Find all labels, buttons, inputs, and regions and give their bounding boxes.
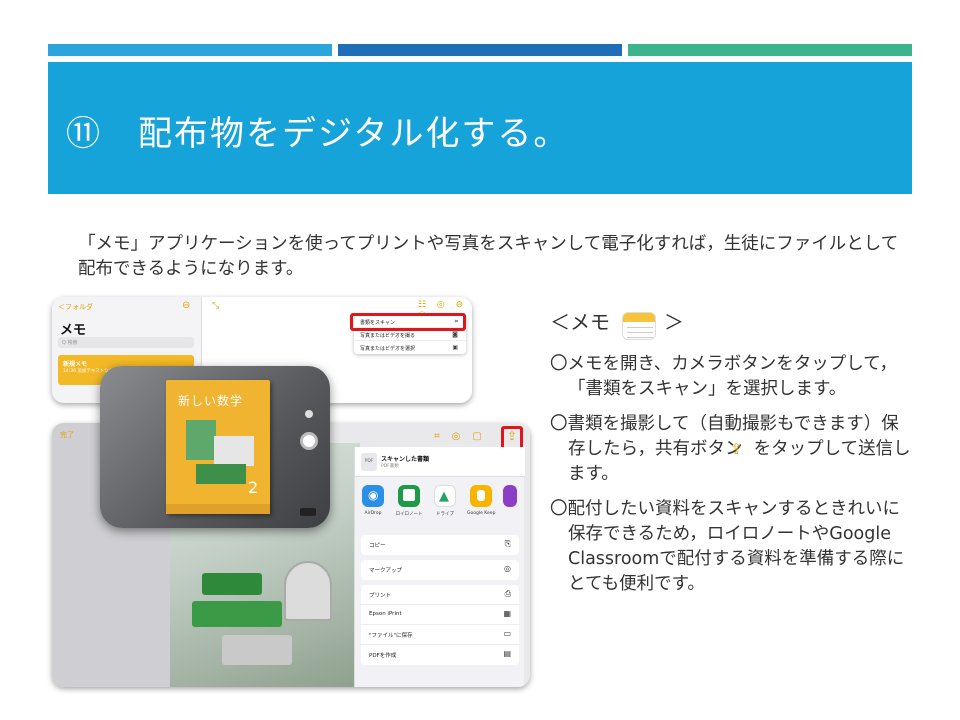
textbook-art <box>186 420 216 460</box>
textbook-cover: 新しい数学 2 <box>166 380 270 514</box>
scan-highlight-box <box>350 313 466 331</box>
print-icon: ⎙ <box>504 589 511 598</box>
accent-stripe-green <box>628 44 912 56</box>
epson-icon: ▦ <box>503 609 511 618</box>
action-markup[interactable]: マークアップ ◎ <box>361 560 519 580</box>
copy-icon: ⎘ <box>504 539 511 548</box>
action-create-pdf[interactable]: PDFを作成 ▤ <box>361 645 519 665</box>
menu-item-label: 写真またはビデオを撮る <box>360 333 416 339</box>
action-label: コピー <box>369 543 386 549</box>
app-label: Google Keep <box>467 511 496 516</box>
pdf-icon: ▤ <box>503 649 511 658</box>
slide-title: ⑪ 配布物をデジタル化する。 <box>66 114 570 154</box>
instruction-bullet-2: 〇書類を撮影して（自動撮影もできます）保存したら，共有ボタン ⇪ をタップして送… <box>550 414 911 484</box>
share-action-list: コピー ⎘ マークアップ ◎ プリント ⎙ Epson iPrint ▦ "ファ… <box>361 535 519 665</box>
app-label: AirDrop <box>364 511 382 516</box>
menu-item-choose-photo[interactable]: 写真またはビデオを選択 ▣ <box>354 341 466 354</box>
camera-icon: ◙ <box>452 331 458 338</box>
markup-icon: ◎ <box>504 564 511 573</box>
instructions-column: ＜メモ ＞ 〇メモを開き、カメラボタンをタップして，「書類をスキャン」を選択しま… <box>550 306 912 597</box>
instruction-bullet-1: 〇メモを開き、カメラボタンをタップして，「書類をスキャン」を選択します。 <box>550 354 898 399</box>
action-label: プリント <box>369 593 392 599</box>
intro-text: 「メモ」アプリケーションを使ってプリントや写真をスキャンして電子化すれば，生徒に… <box>78 234 899 279</box>
textbook-title: 新しい数学 <box>178 394 244 408</box>
memo-heading-open: ＜メモ <box>550 310 610 334</box>
folder-icon: ▭ <box>503 629 511 638</box>
notes-app-icon <box>622 312 656 340</box>
textbook-grade: 2 <box>248 478 259 497</box>
instruction-bullet-3: 〇配付したい資料をスキャンするときれいに保存できるため，ロイロノートやGoogl… <box>550 499 905 594</box>
scanned-lamp-illustration <box>284 561 332 621</box>
scanned-art-block <box>222 635 292 665</box>
app-google-keep[interactable]: Google Keep <box>467 485 495 516</box>
app-drive[interactable]: ▲ ドライブ <box>431 485 459 517</box>
camera-indicator-icon <box>305 410 313 418</box>
pdf-badge: PDF <box>361 453 377 471</box>
menu-item-label: 写真またはビデオを選択 <box>360 346 416 352</box>
app-loilonote[interactable]: ロイロノート <box>395 485 423 517</box>
action-group: プリント ⎙ Epson iPrint ▦ "ファイル"に保存 ▭ PDFを作成… <box>361 585 519 665</box>
share-app-row: ◉ AirDrop ロイロノート ▲ ドライブ Google Keep <box>355 481 525 527</box>
action-label: Epson iPrint <box>369 611 402 617</box>
expand-icon[interactable]: ⤡ <box>212 301 219 311</box>
textbook-footer-bar <box>166 504 270 514</box>
share-sheet-title: スキャンした書類 <box>381 456 430 463</box>
memo-heading: ＜メモ ＞ <box>550 306 912 342</box>
memo-heading-close: ＞ <box>664 310 684 334</box>
title-band: ⑪ 配布物をデジタル化する。 <box>48 62 912 194</box>
app-more[interactable] <box>503 485 530 507</box>
accent-stripe-navy <box>338 44 622 56</box>
note-title: 新規メモ <box>63 361 88 368</box>
action-label: "ファイル"に保存 <box>369 633 413 639</box>
share-sheet-subtitle: PDF書類 <box>381 464 399 469</box>
airdrop-icon: ◉ <box>362 485 384 507</box>
accent-stripe-blue <box>48 44 332 56</box>
google-keep-icon <box>470 485 492 507</box>
action-print[interactable]: プリント ⎙ <box>361 585 519 605</box>
app-label: ロイロノート <box>395 512 423 517</box>
photo-icon: ▣ <box>452 344 458 351</box>
google-drive-icon: ▲ <box>434 485 456 507</box>
camera-flag-icon <box>300 508 316 516</box>
action-epson-iprint[interactable]: Epson iPrint ▦ <box>361 605 519 625</box>
shutter-button[interactable] <box>300 432 318 450</box>
tablet-camera-view: 新しい数学 2 <box>100 366 330 528</box>
share-icon: ⇪ <box>507 429 518 443</box>
share-sheet: PDF スキャンした書類 PDF書類 ◉ AirDrop ロイロノート ▲ ドラ… <box>354 447 525 687</box>
scanned-art-block <box>202 573 262 595</box>
action-label: PDFを作成 <box>369 653 397 659</box>
more-options-icon[interactable]: ⊖ <box>182 300 190 311</box>
action-copy[interactable]: コピー ⎘ <box>361 535 519 555</box>
textbook-art <box>214 436 254 466</box>
folders-back-link[interactable]: ＜フォルダ <box>58 302 93 312</box>
done-button[interactable]: 完了 <box>60 430 74 440</box>
more-app-icon <box>503 485 517 507</box>
notes-heading: メモ <box>60 323 87 338</box>
notes-search-field[interactable]: Q 検索 <box>58 337 194 348</box>
app-label: ドライブ <box>436 512 454 517</box>
scanned-art-block <box>192 601 282 627</box>
share-sheet-header: PDF スキャンした書類 PDF書類 <box>355 447 525 477</box>
action-save-to-files[interactable]: "ファイル"に保存 ▭ <box>361 625 519 645</box>
action-label: マークアップ <box>369 568 403 574</box>
textbook-art <box>196 464 246 484</box>
loilonote-icon <box>398 485 420 507</box>
app-airdrop[interactable]: ◉ AirDrop <box>359 485 387 516</box>
edit-toolbar-icons[interactable]: ⌗◎▢ <box>434 431 494 442</box>
